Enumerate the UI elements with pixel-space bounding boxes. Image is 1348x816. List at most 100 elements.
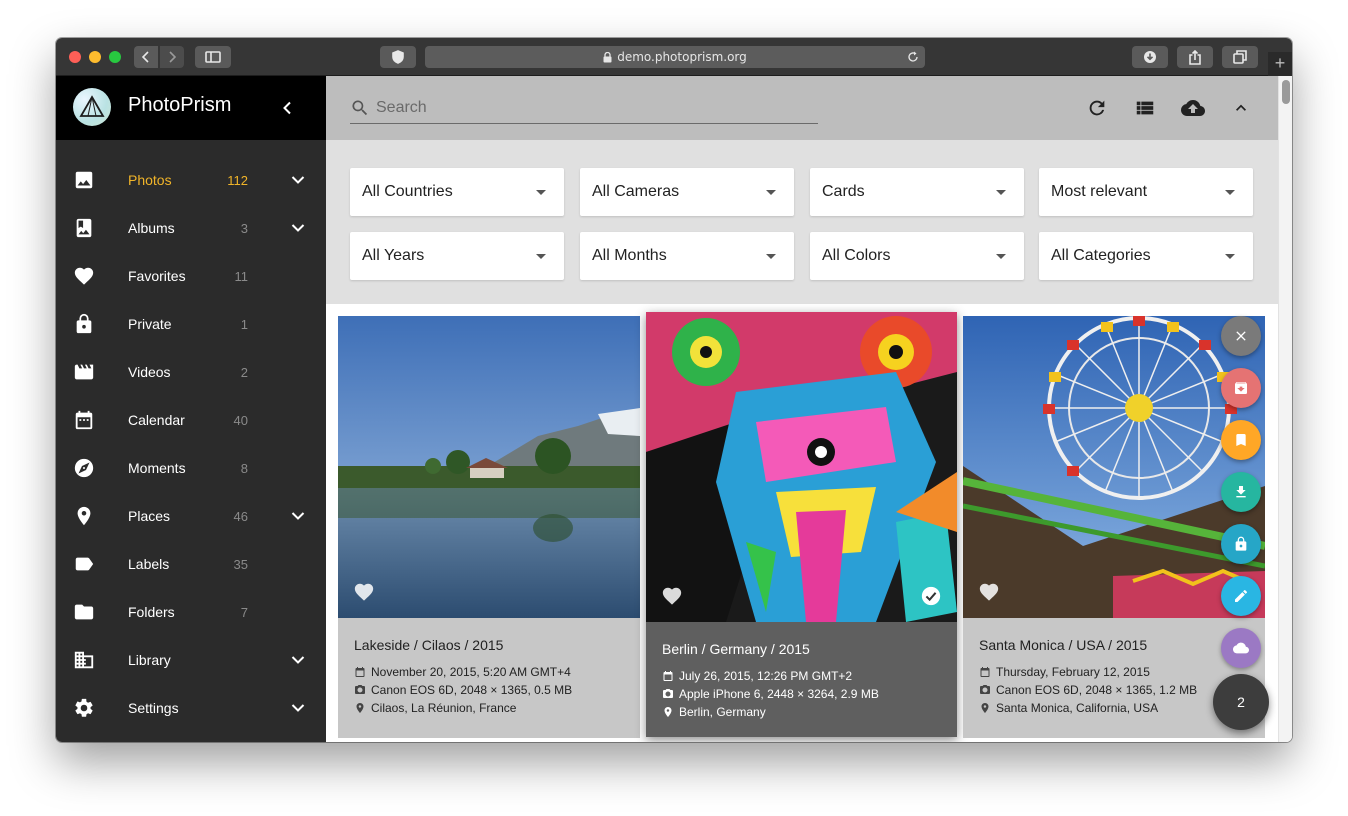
sidebar-item-label: Folders <box>128 604 175 620</box>
dropdown-arrow-icon <box>536 254 546 259</box>
make-private-button[interactable] <box>1221 524 1261 564</box>
photo-date-text: November 20, 2015, 5:20 AM GMT+4 <box>371 665 571 679</box>
photo-title[interactable]: Santa Monica / USA / 2015 <box>979 637 1147 653</box>
dropdown-arrow-icon <box>536 190 546 195</box>
chevron-down-icon[interactable] <box>288 170 308 190</box>
tabs-overview-button[interactable] <box>1222 46 1258 68</box>
photo-camera: Apple iPhone 6, 2448 × 3264, 2.9 MB <box>662 687 879 701</box>
selection-count-button[interactable]: 2 <box>1213 674 1269 730</box>
photoprism-logo[interactable] <box>73 88 111 126</box>
sidebar-item-places[interactable]: Places 46 <box>56 492 326 540</box>
collapse-filters-button[interactable] <box>1229 96 1253 120</box>
color-value: All Colors <box>822 247 891 264</box>
sidebar-item-albums[interactable]: Albums 3 <box>56 204 326 252</box>
add-to-album-button[interactable] <box>1221 420 1261 460</box>
gear-icon <box>73 697 95 719</box>
sidebar-item-settings[interactable]: Settings <box>56 684 326 732</box>
photo-title[interactable]: Lakeside / Cilaos / 2015 <box>354 637 503 653</box>
favorite-toggle[interactable] <box>978 581 1000 603</box>
minimize-window-button[interactable] <box>89 51 101 63</box>
photo-date: Thursday, February 12, 2015 <box>979 665 1150 679</box>
photo-date-text: July 26, 2015, 12:26 PM GMT+2 <box>679 669 853 683</box>
favorite-toggle[interactable] <box>661 585 683 607</box>
camera-select[interactable]: All Cameras <box>580 168 794 216</box>
reload-icon[interactable] <box>907 51 919 63</box>
chevron-down-icon[interactable] <box>288 698 308 718</box>
chevron-left-icon <box>283 101 291 115</box>
cloud-icon <box>1233 642 1249 654</box>
search-icon <box>352 100 368 115</box>
refresh-button[interactable] <box>1085 96 1109 120</box>
sort-select[interactable]: Most relevant <box>1039 168 1253 216</box>
photo-card[interactable]: Lakeside / Cilaos / 2015 November 20, 20… <box>338 316 640 738</box>
address-bar[interactable]: demo.photoprism.org <box>425 46 925 68</box>
photo-location[interactable]: Santa Monica, California, USA <box>979 701 1158 715</box>
photo-date-text: Thursday, February 12, 2015 <box>996 665 1150 679</box>
year-select[interactable]: All Years <box>350 232 564 280</box>
movie-icon <box>73 361 95 383</box>
photo-camera: Canon EOS 6D, 2048 × 1365, 1.2 MB <box>979 683 1197 697</box>
share-button[interactable] <box>1177 46 1213 68</box>
back-button[interactable] <box>134 46 158 68</box>
camera-icon <box>355 685 365 694</box>
photo-location[interactable]: Cilaos, La Réunion, France <box>354 701 516 715</box>
chevron-down-icon[interactable] <box>288 218 308 238</box>
archive-button[interactable] <box>1221 368 1261 408</box>
list-view-button[interactable] <box>1133 96 1157 120</box>
photo-thumbnail-lakeside[interactable] <box>338 316 640 618</box>
sidebar-item-photos[interactable]: Photos 112 <box>56 156 326 204</box>
folder-icon <box>73 601 95 623</box>
view-select[interactable]: Cards <box>810 168 1024 216</box>
photo-thumbnail-santa-monica[interactable] <box>963 316 1265 618</box>
upload-button[interactable] <box>1181 96 1205 120</box>
scrollbar-thumb[interactable] <box>1282 80 1290 104</box>
photo-location[interactable]: Berlin, Germany <box>662 705 766 719</box>
collapse-sidebar-button[interactable] <box>278 96 296 120</box>
zoom-window-button[interactable] <box>109 51 121 63</box>
privacy-report-button[interactable] <box>380 46 416 68</box>
brand-header: PhotoPrism <box>56 76 326 140</box>
sidebar-item-library[interactable]: Library <box>56 636 326 684</box>
search-input[interactable] <box>376 98 796 117</box>
cloud-upload-icon <box>1181 100 1205 116</box>
sidebar-item-videos[interactable]: Videos 2 <box>56 348 326 396</box>
sidebar-item-private[interactable]: Private 1 <box>56 300 326 348</box>
forward-button[interactable] <box>160 46 184 68</box>
photo-album-icon <box>73 217 95 239</box>
sidebar-item-label: Favorites <box>128 268 186 284</box>
search-box[interactable] <box>350 92 818 124</box>
image-icon <box>73 169 95 191</box>
sidebar-item-moments[interactable]: Moments 8 <box>56 444 326 492</box>
close-window-button[interactable] <box>69 51 81 63</box>
scrollbar[interactable] <box>1278 76 1292 742</box>
share-cloud-button[interactable] <box>1221 628 1261 668</box>
sidebar-item-labels[interactable]: Labels 35 <box>56 540 326 588</box>
sidebar-toggle-button[interactable] <box>195 46 231 68</box>
new-tab-button[interactable]: + <box>1268 52 1292 76</box>
photo-card[interactable]: Santa Monica / USA / 2015 Thursday, Febr… <box>963 316 1265 738</box>
selection-count: 2 <box>1237 694 1245 710</box>
edit-button[interactable] <box>1221 576 1261 616</box>
photo-card-selected[interactable]: Berlin / Germany / 2015 July 26, 2015, 1… <box>646 312 957 737</box>
sidebar-item-folders[interactable]: Folders 7 <box>56 588 326 636</box>
clear-selection-button[interactable] <box>1221 316 1261 356</box>
category-select[interactable]: All Categories <box>1039 232 1253 280</box>
url-text: demo.photoprism.org <box>617 50 747 64</box>
sidebar: PhotoPrism Photos 112 Albums 3 Favorites 11 Pr… <box>56 76 326 742</box>
chevron-up-icon <box>1236 104 1246 111</box>
photo-location-text: Berlin, Germany <box>679 705 766 719</box>
photo-title[interactable]: Berlin / Germany / 2015 <box>662 641 810 657</box>
sidebar-item-favorites[interactable]: Favorites 11 <box>56 252 326 300</box>
month-select[interactable]: All Months <box>580 232 794 280</box>
favorite-toggle[interactable] <box>353 581 375 603</box>
select-toggle[interactable] <box>920 585 942 607</box>
country-select[interactable]: All Countries <box>350 168 564 216</box>
chevron-down-icon[interactable] <box>288 650 308 670</box>
sidebar-item-calendar[interactable]: Calendar 40 <box>56 396 326 444</box>
photo-thumbnail-berlin[interactable] <box>646 312 957 622</box>
downloads-button[interactable] <box>1132 46 1168 68</box>
download-circle-icon <box>1144 51 1156 63</box>
download-button[interactable] <box>1221 472 1261 512</box>
color-select[interactable]: All Colors <box>810 232 1024 280</box>
chevron-down-icon[interactable] <box>288 506 308 526</box>
